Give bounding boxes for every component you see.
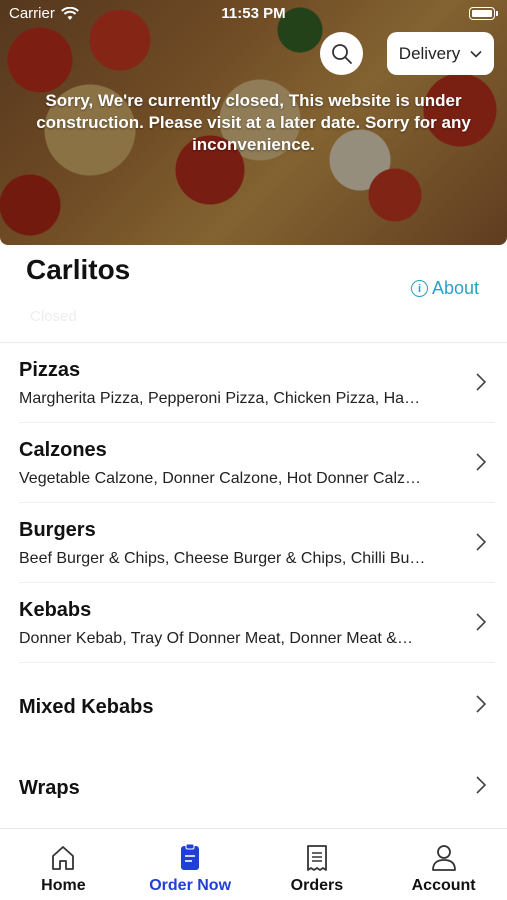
closed-notice: Sorry, We're currently closed, This webs… xyxy=(36,91,471,154)
chevron-right-icon xyxy=(476,695,487,713)
tab-order-now[interactable]: Order Now xyxy=(127,829,254,900)
clock: 11:53 PM xyxy=(221,5,286,22)
open-status: Closed xyxy=(30,308,77,325)
receipt-icon xyxy=(306,845,327,871)
delivery-mode-label: Delivery xyxy=(398,43,461,63)
category-title: Burgers xyxy=(19,519,96,541)
person-icon xyxy=(431,845,456,871)
category-items: Margherita Pizza, Pepperoni Pizza, Chick… xyxy=(19,390,421,407)
chevron-right-icon xyxy=(476,453,487,471)
info-icon: i xyxy=(411,280,428,297)
category-title: Calzones xyxy=(19,439,107,461)
tab-label: Account xyxy=(411,877,476,894)
chevron-right-icon xyxy=(476,533,487,551)
chevron-down-icon xyxy=(470,50,482,58)
category-wraps[interactable]: Wraps xyxy=(0,743,507,823)
tab-label: Order Now xyxy=(149,877,232,894)
search-icon xyxy=(331,43,352,64)
home-icon xyxy=(52,846,75,870)
category-calzones[interactable]: Calzones Vegetable Calzone, Donner Calzo… xyxy=(0,423,507,503)
restaurant-name: Carlitos xyxy=(26,254,131,285)
category-items: Beef Burger & Chips, Cheese Burger & Chi… xyxy=(19,550,426,567)
delivery-mode-dropdown[interactable]: Delivery xyxy=(387,32,494,75)
category-title: Mixed Kebabs xyxy=(19,696,154,718)
category-mixed-kebabs[interactable]: Mixed Kebabs xyxy=(0,663,507,743)
tab-label: Home xyxy=(41,877,86,894)
chevron-right-icon xyxy=(476,373,487,391)
about-label: About xyxy=(432,278,480,298)
category-title: Wraps xyxy=(19,777,80,799)
bottom-tab-bar: Home Order Now Orders Account xyxy=(0,828,507,900)
tab-home[interactable]: Home xyxy=(0,829,127,900)
category-kebabs[interactable]: Kebabs Donner Kebab, Tray Of Donner Meat… xyxy=(0,583,507,663)
tab-account[interactable]: Account xyxy=(380,829,507,900)
battery-icon xyxy=(469,7,498,20)
category-items: Donner Kebab, Tray Of Donner Meat, Donne… xyxy=(19,630,413,647)
category-title: Kebabs xyxy=(19,599,92,621)
category-burgers[interactable]: Burgers Beef Burger & Chips, Cheese Burg… xyxy=(0,503,507,583)
order-icon xyxy=(181,843,200,870)
chevron-right-icon xyxy=(476,613,487,631)
tab-label: Orders xyxy=(290,877,344,894)
status-bar: Carrier 11:53 PM xyxy=(0,0,507,28)
search-button[interactable] xyxy=(320,32,363,75)
tab-orders[interactable]: Orders xyxy=(254,829,381,900)
category-items: Vegetable Calzone, Donner Calzone, Hot D… xyxy=(19,470,422,487)
category-pizzas[interactable]: Pizzas Margherita Pizza, Pepperoni Pizza… xyxy=(0,343,507,423)
category-title: Pizzas xyxy=(19,359,81,381)
about-link[interactable]: i About xyxy=(411,278,479,299)
chevron-right-icon xyxy=(476,776,487,794)
